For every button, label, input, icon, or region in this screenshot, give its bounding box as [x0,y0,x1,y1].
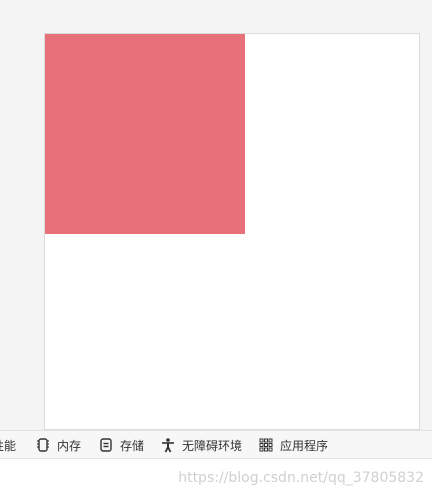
tab-application[interactable]: 应用程序 [258,431,328,459]
apps-grid-icon [258,437,280,453]
tab-performance-label: 性能 [0,438,17,453]
tab-performance[interactable]: 性能 [0,431,16,459]
devtools-tab-bar: 性能 内存 存储 [0,430,432,459]
tab-accessibility-label: 无障碍环境 [182,438,243,453]
memory-chip-icon [35,437,57,453]
tab-memory[interactable]: 内存 [35,431,81,459]
tab-storage[interactable]: 存储 [98,431,144,459]
page-viewport [44,33,420,430]
accessibility-icon [160,437,182,453]
red-square [45,34,245,234]
storage-icon [98,437,120,453]
tab-application-label: 应用程序 [280,438,329,453]
tab-accessibility[interactable]: 无障碍环境 [160,431,242,459]
watermark-url: https://blog.csdn.net/qq_37805832 [178,470,424,486]
tab-memory-label: 内存 [57,438,82,453]
tab-storage-label: 存储 [120,438,145,453]
